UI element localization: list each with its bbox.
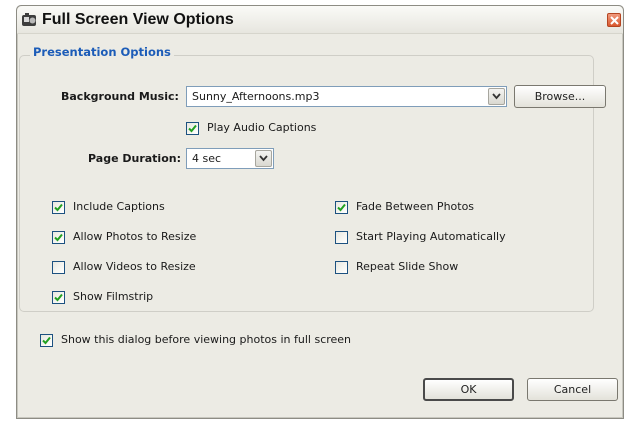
- show-dialog-label: Show this dialog before viewing photos i…: [61, 333, 352, 346]
- play-audio-captions-label: Play Audio Captions: [207, 121, 317, 134]
- show-filmstrip-label: Show Filmstrip: [73, 290, 154, 303]
- close-icon[interactable]: [607, 13, 621, 27]
- allow-photos-resize-label: Allow Photos to Resize: [73, 230, 197, 243]
- cancel-button[interactable]: Cancel: [527, 378, 618, 401]
- checkbox-box[interactable]: [335, 261, 348, 274]
- checkbox-box[interactable]: [52, 201, 65, 214]
- browse-button[interactable]: Browse...: [514, 85, 606, 108]
- repeat-slide-show-label: Repeat Slide Show: [356, 260, 459, 273]
- chevron-down-icon[interactable]: [488, 88, 505, 105]
- presentation-options-legend: Presentation Options: [30, 45, 174, 59]
- start-playing-automatically-label: Start Playing Automatically: [356, 230, 506, 243]
- checkbox-box[interactable]: [52, 231, 65, 244]
- allow-videos-resize-label: Allow Videos to Resize: [73, 260, 196, 273]
- page-duration-label: Page Duration:: [88, 152, 181, 165]
- window-title: Full Screen View Options: [42, 11, 234, 28]
- include-captions-label: Include Captions: [73, 200, 165, 213]
- chevron-down-icon[interactable]: [255, 150, 272, 167]
- checkbox-box[interactable]: [335, 231, 348, 244]
- checkbox-box[interactable]: [335, 201, 348, 214]
- background-music-select[interactable]: Sunny_Afternoons.mp3: [186, 86, 507, 107]
- title-bar[interactable]: Full Screen View Options: [17, 6, 623, 34]
- checkbox-box[interactable]: [52, 261, 65, 274]
- app-icon: [22, 13, 38, 27]
- fade-between-photos-label: Fade Between Photos: [356, 200, 475, 213]
- checkbox-box[interactable]: [52, 291, 65, 304]
- page-duration-select[interactable]: 4 sec: [186, 148, 274, 169]
- background-music-label: Background Music:: [61, 90, 179, 103]
- page-duration-value: 4 sec: [192, 152, 222, 165]
- checkbox-box[interactable]: [40, 334, 53, 347]
- ok-button[interactable]: OK: [423, 378, 514, 401]
- checkbox-box[interactable]: [186, 122, 199, 135]
- background-music-value: Sunny_Afternoons.mp3: [192, 90, 320, 103]
